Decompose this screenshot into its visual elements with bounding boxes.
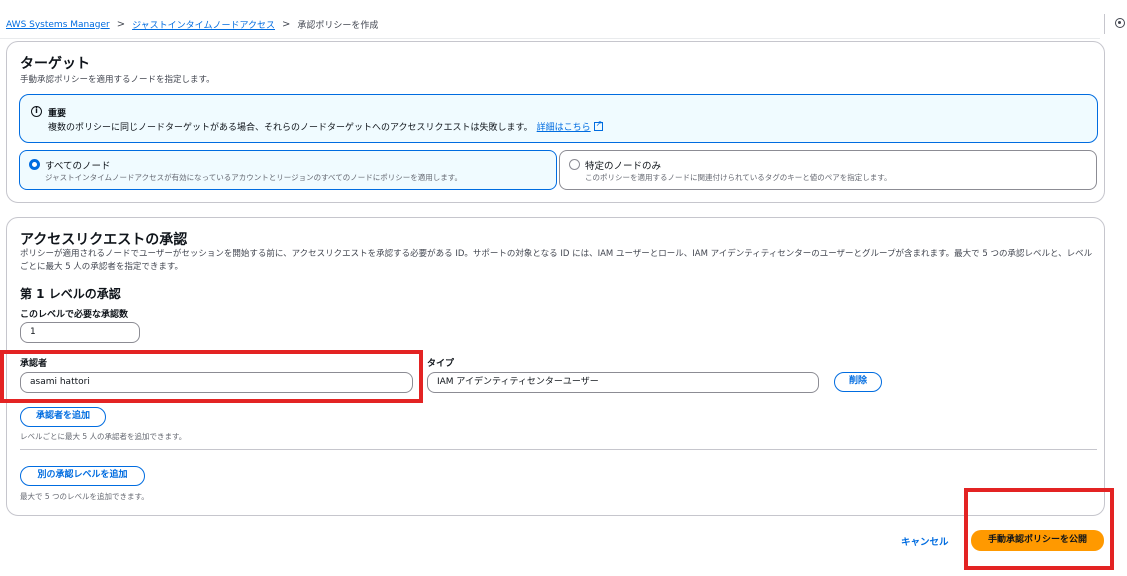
info-icon: i (31, 106, 42, 117)
target-panel: ターゲット 手動承認ポリシーを適用するノードを指定します。 i 重要 複数のポリ… (6, 41, 1105, 203)
alert-text-row: 複数のポリシーに同じノードターゲットがある場合、それらのノードターゲットへのアク… (48, 119, 603, 133)
approver-label: 承認者 (20, 359, 48, 369)
breadcrumb-current: 承認ポリシーを作成 (297, 21, 379, 31)
header-divider (1104, 14, 1105, 34)
breadcrumb-link-systems-manager[interactable]: AWS Systems Manager (6, 20, 110, 30)
required-approvals-input[interactable]: 1 (20, 322, 140, 343)
target-title: ターゲット (20, 56, 90, 72)
level-1-title: 第 1 レベルの承認 (20, 287, 121, 301)
option-specific-nodes-description: このポリシーを適用するノードに関連付けられているタグのキーと値のペアを指定します… (585, 173, 892, 182)
settings-icon[interactable] (1115, 18, 1125, 28)
approver-input[interactable]: asami hattori (20, 372, 413, 393)
radio-all-nodes[interactable] (29, 159, 40, 170)
required-approvals-label: このレベルで必要な承認数 (20, 310, 129, 320)
approval-title: アクセスリクエストの承認 (20, 232, 188, 248)
breadcrumb: AWS Systems Manager > ジャストインタイムノードアクセス >… (6, 18, 378, 31)
breadcrumb-separator: > (116, 19, 126, 30)
breadcrumb-separator: > (282, 19, 291, 30)
target-description: 手動承認ポリシーを適用するノードを指定します。 (20, 75, 215, 85)
add-approver-button[interactable]: 承認者を追加 (20, 407, 106, 427)
option-specific-nodes[interactable]: 特定のノードのみ このポリシーを適用するノードに関連付けられているタグのキーと値… (559, 150, 1097, 190)
add-approver-hint: レベルごとに最大 5 人の承認者を追加できます。 (20, 432, 187, 441)
option-specific-nodes-label: 特定のノードのみ (585, 161, 662, 172)
alert-title: 重要 (48, 109, 67, 119)
type-label: タイプ (427, 359, 455, 369)
option-all-nodes-label: すべてのノード (45, 161, 111, 172)
option-all-nodes-description: ジャストインタイムノードアクセスが有効になっているアカウントとリージョンのすべて… (45, 173, 462, 182)
cancel-button[interactable]: キャンセル (901, 534, 949, 548)
remove-approver-button[interactable]: 削除 (834, 372, 882, 392)
option-all-nodes[interactable]: すべてのノード ジャストインタイムノードアクセスが有効になっているアカウントとリ… (19, 150, 557, 190)
approval-description: ポリシーが適用されるノードでユーザーがセッションを開始する前に、アクセスリクエス… (20, 249, 1093, 272)
add-level-hint: 最大で 5 つのレベルを追加できます。 (20, 492, 149, 501)
external-link-icon (593, 119, 603, 131)
add-level-button[interactable]: 別の承認レベルを追加 (20, 466, 145, 486)
approval-panel: アクセスリクエストの承認 ポリシーが適用されるノードでユーザーがセッションを開始… (6, 217, 1105, 516)
breadcrumb-link-jit-node-access[interactable]: ジャストインタイムノードアクセス (132, 18, 275, 31)
info-alert: i 重要 複数のポリシーに同じノードターゲットがある場合、それらのノードターゲッ… (19, 94, 1098, 143)
alert-text: 複数のポリシーに同じノードターゲットがある場合、それらのノードターゲットへのアク… (48, 123, 533, 133)
radio-specific-nodes[interactable] (569, 159, 580, 170)
section-divider (20, 449, 1097, 450)
learn-more-label: 詳細はこちら (536, 123, 591, 133)
top-divider (0, 38, 1100, 39)
type-select[interactable]: IAM アイデンティティセンターユーザー (427, 372, 819, 393)
learn-more-link[interactable]: 詳細はこちら (536, 119, 603, 133)
publish-policy-button[interactable]: 手動承認ポリシーを公開 (971, 530, 1104, 551)
